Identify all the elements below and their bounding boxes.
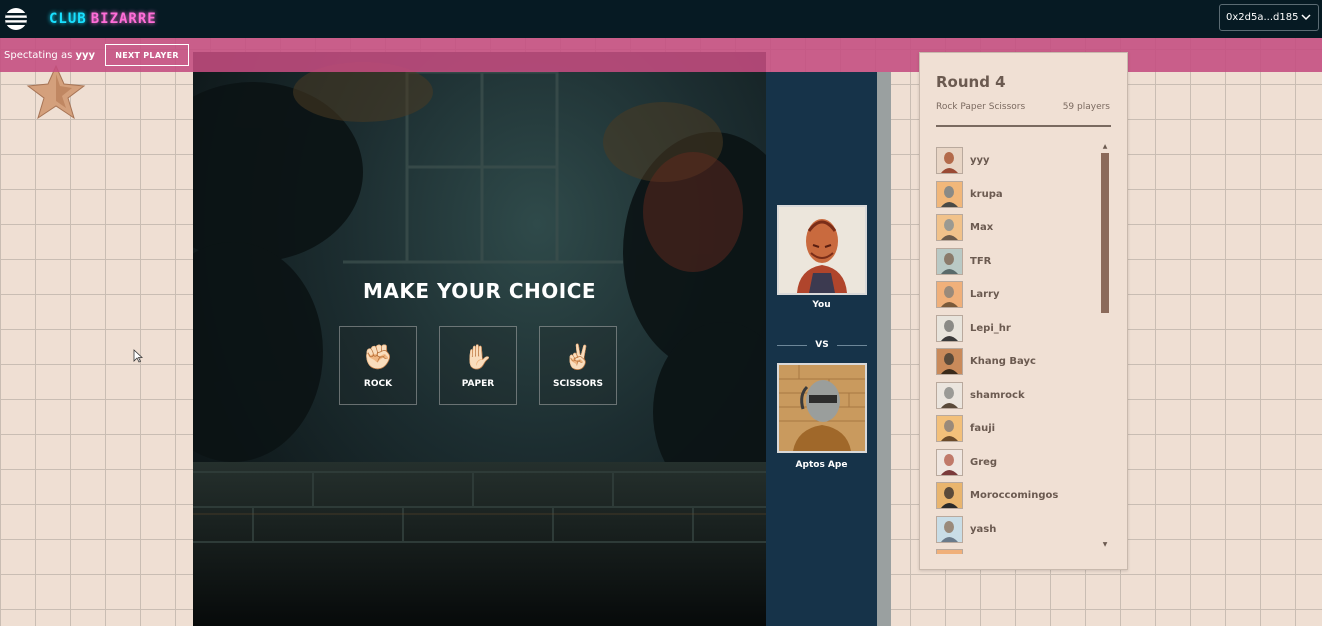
list-item[interactable]: shamrock: [936, 379, 1098, 413]
avatar: [936, 147, 963, 175]
list-item[interactable]: [936, 546, 1098, 554]
round-title: Round 4: [936, 73, 1006, 91]
paper-hand-icon: ✋🏻: [463, 342, 493, 371]
logo-club-text: CLUB: [49, 11, 87, 27]
opponent-avatar: [777, 363, 867, 453]
game-panel: MAKE YOUR CHOICE ✊🏻 ROCK ✋🏻 PAPER ✌🏻 SCI…: [193, 52, 877, 626]
scroll-up-icon[interactable]: ▲: [1101, 143, 1109, 150]
list-item[interactable]: Khang Bayc: [936, 345, 1098, 379]
make-choice-heading: MAKE YOUR CHOICE: [362, 279, 597, 303]
avatar: [936, 214, 963, 242]
rock-label: ROCK: [363, 378, 393, 389]
scissors-hand-icon: ✌🏻: [563, 342, 593, 371]
wallet-address: 0x2d5a...d185: [1226, 12, 1299, 23]
avatar: [936, 314, 963, 342]
list-item[interactable]: Max: [936, 211, 1098, 245]
scissors-button[interactable]: ✌🏻 SCISSORS: [539, 326, 617, 405]
paper-label: PAPER: [461, 378, 495, 389]
list-item[interactable]: fauji: [936, 412, 1098, 446]
list-item[interactable]: TFR: [936, 245, 1098, 279]
avatar: [936, 247, 963, 275]
player-avatar: [777, 205, 867, 295]
game-name: Rock Paper Scissors: [936, 102, 1026, 112]
round-leaderboard: Round 4 Rock Paper Scissors 59 players y…: [919, 52, 1128, 570]
scroll-down-icon[interactable]: ▼: [1101, 541, 1109, 548]
list-item[interactable]: Larry: [936, 278, 1098, 312]
spectating-label: Spectating as yyy: [4, 49, 96, 61]
choice-buttons: ✊🏻 ROCK ✋🏻 PAPER ✌🏻 SCISSORS: [339, 326, 617, 405]
list-item[interactable]: krupa: [936, 178, 1098, 212]
star-decoration-icon: [26, 64, 86, 120]
menu-icon[interactable]: [0, 3, 32, 35]
list-item[interactable]: yash: [936, 513, 1098, 547]
player-list[interactable]: yyy krupa Max TFR Larry Lepi_hr Khang Ba…: [936, 144, 1098, 554]
scissors-label: SCISSORS: [552, 378, 604, 389]
list-item[interactable]: Greg: [936, 446, 1098, 480]
rock-hand-icon: ✊🏻: [363, 342, 393, 371]
spectate-controls: Spectating as yyy NEXT PLAYER: [0, 38, 192, 72]
chevron-down-icon: [1301, 14, 1311, 21]
avatar: [936, 381, 963, 409]
list-item[interactable]: Lepi_hr: [936, 312, 1098, 346]
opponent-name: Aptos Ape: [795, 460, 848, 470]
club-bizarre-logo[interactable]: CLUB BIZARRE: [49, 11, 157, 27]
avatar: [936, 549, 963, 554]
logo-bizarre-text: BIZARRE: [90, 11, 157, 27]
spectating-user: yyy: [75, 49, 96, 61]
avatar: [936, 515, 963, 543]
player-list-scrollbar[interactable]: ▲ ▼: [1101, 143, 1109, 552]
avatar: [936, 180, 963, 208]
avatar: [936, 415, 963, 443]
list-item[interactable]: Moroccomingos: [936, 479, 1098, 513]
avatar: [936, 448, 963, 476]
avatar: [936, 482, 963, 510]
vs-label: VS: [815, 340, 829, 350]
paper-button[interactable]: ✋🏻 PAPER: [439, 326, 517, 405]
vs-divider: VS: [777, 339, 868, 351]
wallet-dropdown[interactable]: 0x2d5a...d185: [1219, 4, 1319, 31]
board-divider: [936, 125, 1111, 127]
next-player-button[interactable]: NEXT PLAYER: [105, 44, 190, 66]
matchup-panel: You VS Aptos Ape: [766, 72, 877, 626]
scrollbar-thumb[interactable]: [1101, 153, 1109, 313]
game-panel-shadow: [877, 72, 891, 626]
rock-button[interactable]: ✊🏻 ROCK: [339, 326, 417, 405]
avatar: [936, 348, 963, 376]
jungle-scene: MAKE YOUR CHOICE ✊🏻 ROCK ✋🏻 PAPER ✌🏻 SCI…: [193, 52, 766, 626]
list-item[interactable]: yyy: [936, 144, 1098, 178]
player-name-you: You: [812, 300, 831, 310]
top-header: CLUB BIZARRE 0x2d5a...d185: [0, 0, 1322, 38]
player-count: 59 players: [1062, 102, 1110, 112]
avatar: [936, 281, 963, 309]
mouse-cursor-icon: [133, 349, 143, 363]
